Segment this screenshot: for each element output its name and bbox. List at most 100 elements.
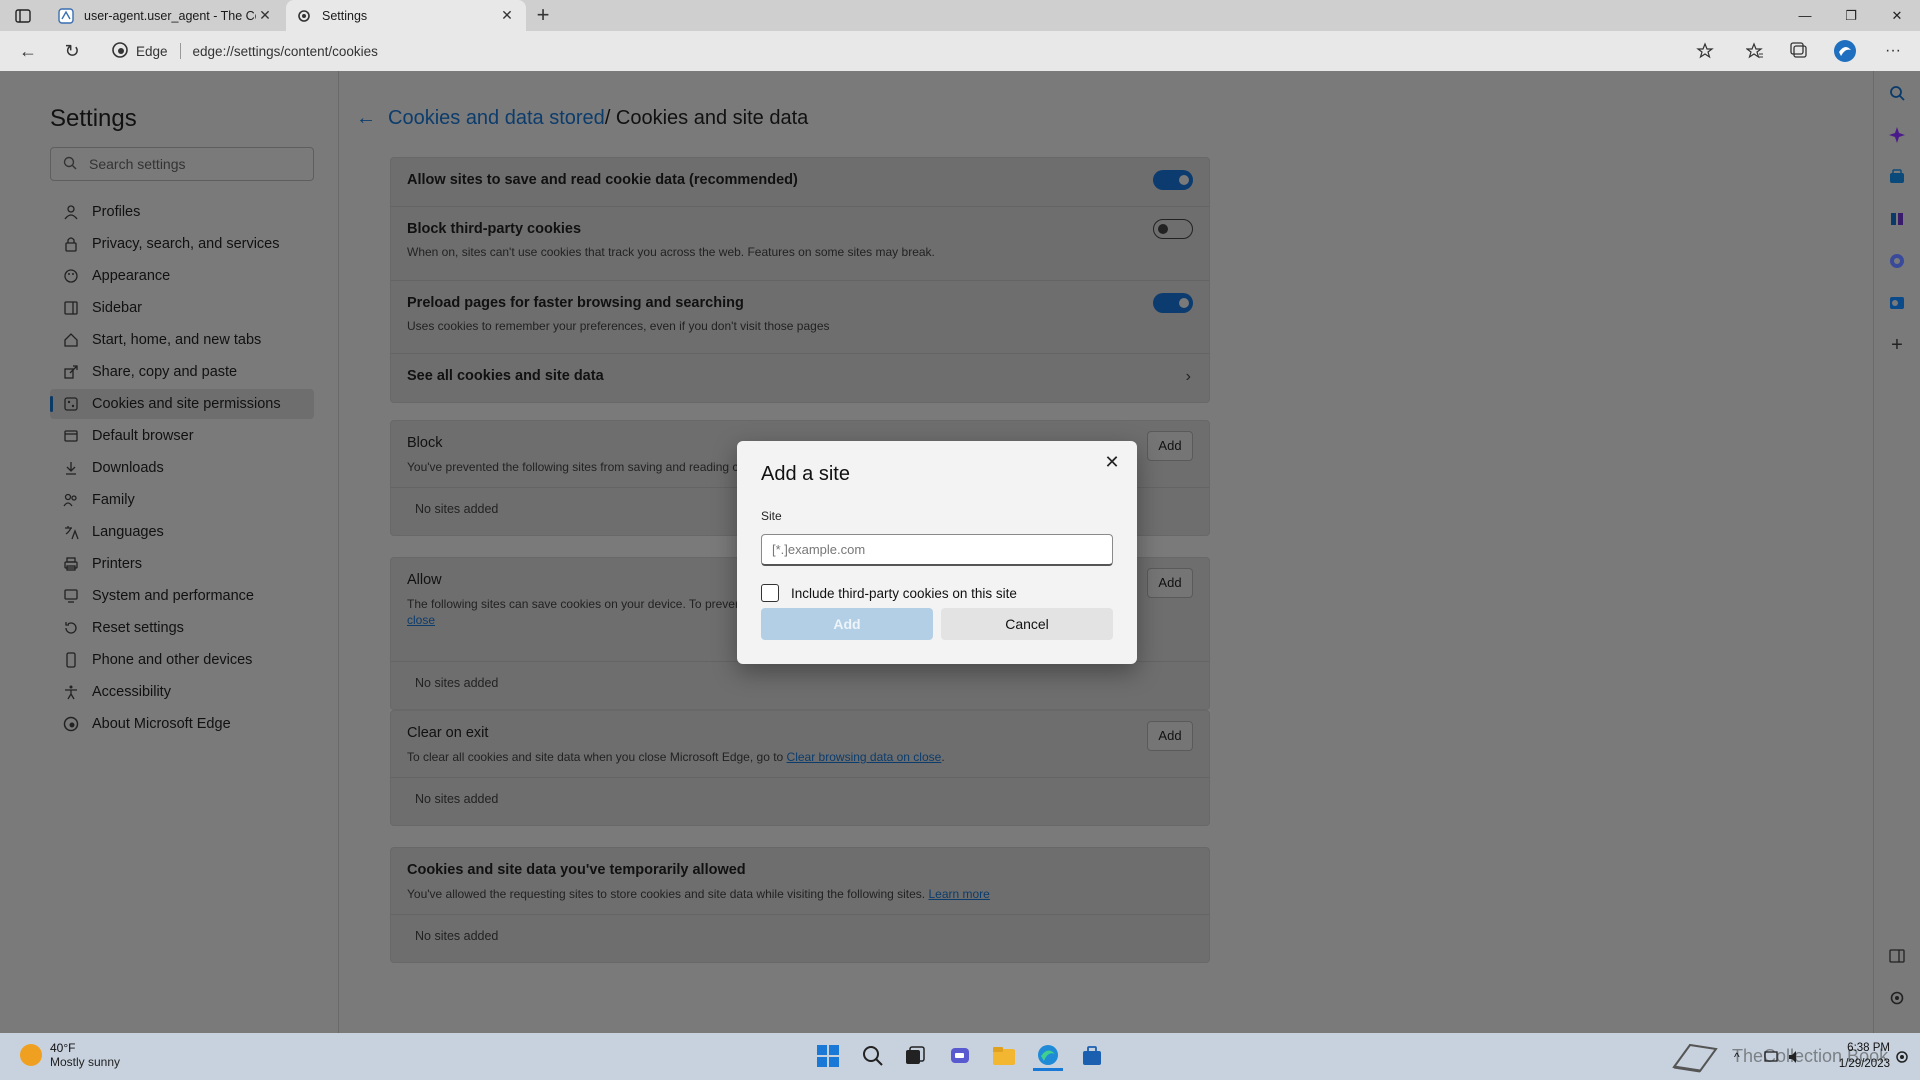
clock-date: 1/29/2023 — [1838, 1058, 1890, 1070]
clear-browsing-data-link[interactable]: Clear browsing data on close — [787, 750, 942, 764]
tab-settings[interactable]: Settings ✕ — [286, 0, 526, 31]
omnibox[interactable]: Edge edge://settings/content/cookies — [112, 37, 1748, 65]
sidebar-item-label: Family — [92, 492, 135, 508]
dialog-cancel-button[interactable]: Cancel — [941, 608, 1113, 640]
sidebar-item-appearance[interactable]: Appearance — [50, 261, 314, 291]
minimize-button[interactable]: — — [1782, 0, 1828, 31]
refresh-button[interactable]: ↻ — [60, 39, 84, 63]
site-input[interactable] — [761, 534, 1113, 566]
sidebar-item-default-browser[interactable]: Default browser — [50, 421, 314, 451]
add-site-dialog: Add a site ✕ Site Include third-party co… — [737, 441, 1137, 664]
add-icon[interactable]: + — [1887, 334, 1907, 356]
restore-button[interactable]: ❐ — [1828, 0, 1874, 31]
store-icon[interactable] — [1077, 1041, 1107, 1071]
shopping-icon[interactable] — [1887, 167, 1907, 187]
start-icon[interactable] — [813, 1041, 843, 1071]
games-icon[interactable] — [1887, 209, 1907, 229]
dialog-title: Add a site — [761, 463, 850, 485]
sidebar-item-label: Appearance — [92, 268, 171, 284]
family-icon — [62, 491, 80, 509]
sidebar-item-label: Reset settings — [92, 620, 184, 636]
back-arrow-icon[interactable]: ← — [356, 107, 376, 130]
sidebar-item-label: Profiles — [92, 204, 141, 220]
clear-add-button[interactable]: Add — [1147, 721, 1193, 751]
search-icon[interactable] — [1887, 83, 1907, 103]
hide-sidebar-icon[interactable] — [1887, 946, 1907, 966]
option-desc: When on, sites can't use cookies that tr… — [407, 245, 935, 259]
taskbar: 40°F Mostly sunny TheCollection Book ^ 6… — [0, 1033, 1920, 1080]
option-allow-cookies: Allow sites to save and read cookie data… — [391, 158, 1209, 207]
settings-gear-icon[interactable] — [1887, 988, 1907, 1008]
tab-strip: user-agent.user_agent - The Coll ✕ Setti… — [0, 0, 1920, 31]
tab-user-agent[interactable]: user-agent.user_agent - The Coll ✕ — [48, 0, 284, 31]
tab-actions-icon[interactable] — [12, 6, 34, 26]
address-bar: ← ↻ Edge edge://settings/content/cookies… — [0, 31, 1920, 71]
sidebar-item-share-copy-and-paste[interactable]: Share, copy and paste — [50, 357, 314, 387]
allow-add-button[interactable]: Add — [1147, 568, 1193, 598]
sidebar-item-profiles[interactable]: Profiles — [50, 197, 314, 227]
third-party-checkbox-row[interactable]: Include third-party cookies on this site — [761, 584, 1017, 602]
volume-icon[interactable] — [1787, 1033, 1803, 1080]
chevron-right-icon: › — [1185, 368, 1191, 385]
sidebar-item-family[interactable]: Family — [50, 485, 314, 515]
section-desc-text: To clear all cookies and site data when … — [407, 750, 787, 764]
breadcrumb-link[interactable]: Cookies and data stored — [388, 107, 605, 130]
teams-chat-icon[interactable] — [945, 1041, 975, 1071]
system-icon — [62, 587, 80, 605]
office-icon[interactable] — [1887, 251, 1907, 271]
sidebar-item-cookies-and-site-permissions[interactable]: Cookies and site permissions — [50, 389, 314, 419]
close-link[interactable]: close — [407, 613, 435, 627]
sidebar-item-reset-settings[interactable]: Reset settings — [50, 613, 314, 643]
file-explorer-icon[interactable] — [989, 1041, 1019, 1071]
block-third-party-toggle[interactable] — [1153, 219, 1193, 239]
see-all-cookies-link[interactable]: See all cookies and site data › — [391, 354, 1209, 402]
sidebar-item-label: Start, home, and new tabs — [92, 332, 262, 348]
sidebar-item-phone-and-other-devices[interactable]: Phone and other devices — [50, 645, 314, 675]
sidebar-item-about-microsoft-edge[interactable]: About Microsoft Edge — [50, 709, 314, 739]
notifications-icon[interactable] — [1894, 1033, 1910, 1080]
sidebar-item-printers[interactable]: Printers — [50, 549, 314, 579]
sidebar-item-system-and-performance[interactable]: System and performance — [50, 581, 314, 611]
search-settings-input[interactable]: Search settings — [50, 147, 314, 181]
sidebar-item-privacy-search-and-services[interactable]: Privacy, search, and services — [50, 229, 314, 259]
sidebar-item-languages[interactable]: Languages — [50, 517, 314, 547]
clock[interactable]: 6:38 PM 1/29/2023 — [1820, 1040, 1890, 1072]
profile-avatar-icon[interactable] — [1832, 39, 1858, 63]
close-tab-icon[interactable]: ✕ — [256, 7, 274, 24]
task-view-icon[interactable] — [900, 1041, 930, 1071]
network-icon[interactable] — [1763, 1033, 1779, 1080]
block-add-button[interactable]: Add — [1147, 431, 1193, 461]
collections-icon[interactable] — [1786, 39, 1812, 63]
cookie-options-card: Allow sites to save and read cookie data… — [390, 157, 1210, 403]
sidebar-item-accessibility[interactable]: Accessibility — [50, 677, 314, 707]
sidebar-item-label: Default browser — [92, 428, 194, 444]
third-party-checkbox-label: Include third-party cookies on this site — [791, 585, 1017, 601]
more-menu-icon[interactable]: ··· — [1880, 39, 1906, 63]
search-icon[interactable] — [858, 1041, 888, 1071]
close-tab-icon[interactable]: ✕ — [498, 7, 516, 24]
close-icon[interactable]: ✕ — [1101, 451, 1123, 473]
temp-header: Cookies and site data you've temporarily… — [391, 848, 1209, 914]
allow-cookies-toggle[interactable] — [1153, 170, 1193, 190]
outlook-icon[interactable] — [1887, 293, 1907, 313]
dialog-add-button[interactable]: Add — [761, 608, 933, 640]
new-tab-button[interactable]: + — [531, 4, 555, 28]
sun-icon — [20, 1044, 42, 1066]
site-field-label: Site — [761, 509, 782, 523]
preload-pages-toggle[interactable] — [1153, 293, 1193, 313]
sidebar-item-downloads[interactable]: Downloads — [50, 453, 314, 483]
tray-chevron-icon[interactable]: ^ — [1734, 1033, 1740, 1080]
close-window-button[interactable]: ✕ — [1874, 0, 1920, 31]
weather-widget[interactable]: 40°F Mostly sunny — [20, 1041, 120, 1069]
section-desc-text: The following sites can save cookies on … — [407, 597, 745, 611]
sidebar-item-sidebar[interactable]: Sidebar — [50, 293, 314, 323]
sidebar-item-start-home-and-new-tabs[interactable]: Start, home, and new tabs — [50, 325, 314, 355]
edge-taskbar-icon[interactable] — [1033, 1041, 1063, 1071]
sparkle-icon[interactable] — [1887, 125, 1907, 145]
learn-more-link[interactable]: Learn more — [928, 887, 989, 901]
back-button[interactable]: ← — [16, 39, 40, 63]
reset-icon — [62, 619, 80, 637]
favorites-icon[interactable] — [1742, 39, 1768, 63]
third-party-checkbox[interactable] — [761, 584, 779, 602]
add-favorite-icon[interactable] — [1692, 39, 1718, 63]
